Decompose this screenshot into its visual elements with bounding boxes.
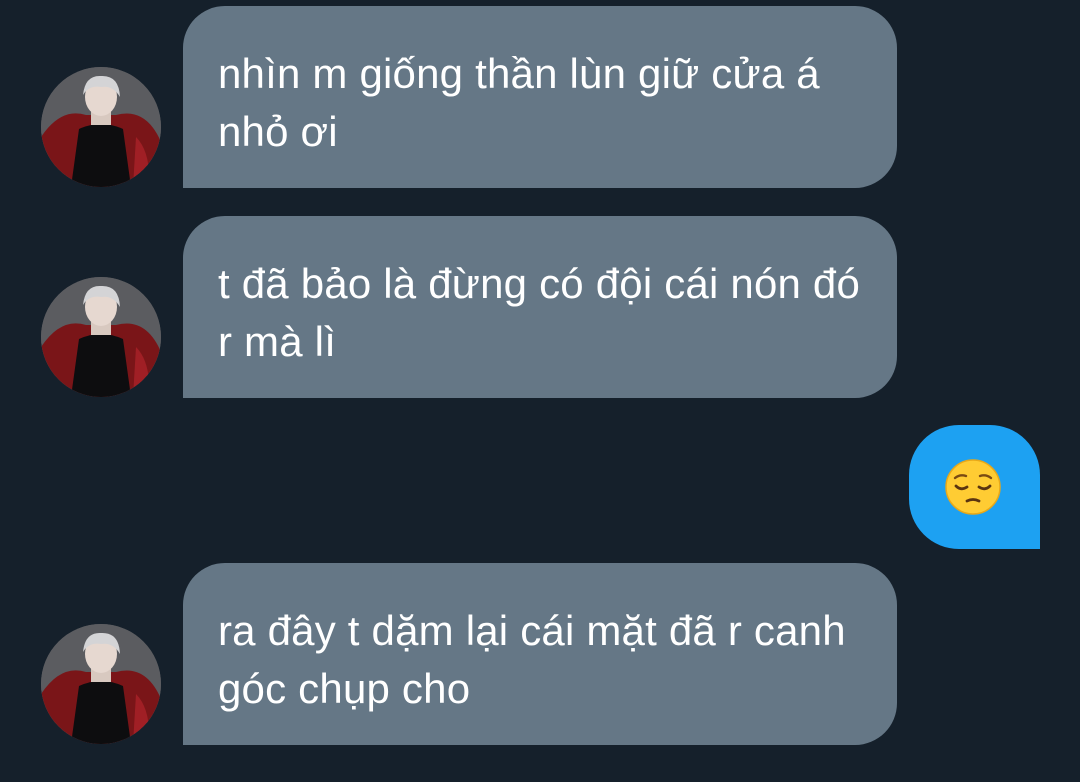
pensive-face-emoji <box>945 459 1001 515</box>
message-bubble-incoming[interactable]: ra đây t dặm lại cái mặt đã r canh góc c… <box>183 563 897 745</box>
avatar-photo <box>41 277 161 397</box>
avatar[interactable] <box>41 67 161 187</box>
avatar[interactable] <box>41 624 161 744</box>
message-text: t đã bảo là đừng có đội cái nón đó r mà … <box>218 260 861 365</box>
message-bubble-outgoing[interactable] <box>909 425 1040 549</box>
avatar-photo <box>41 624 161 744</box>
message-bubble-incoming[interactable]: nhìn m giống thần lùn giữ cửa á nhỏ ơi <box>183 6 897 188</box>
message-text: nhìn m giống thần lùn giữ cửa á nhỏ ơi <box>218 50 820 155</box>
avatar[interactable] <box>41 277 161 397</box>
message-text: ra đây t dặm lại cái mặt đã r canh góc c… <box>218 607 846 712</box>
avatar-photo <box>41 67 161 187</box>
message-bubble-incoming[interactable]: t đã bảo là đừng có đội cái nón đó r mà … <box>183 216 897 398</box>
